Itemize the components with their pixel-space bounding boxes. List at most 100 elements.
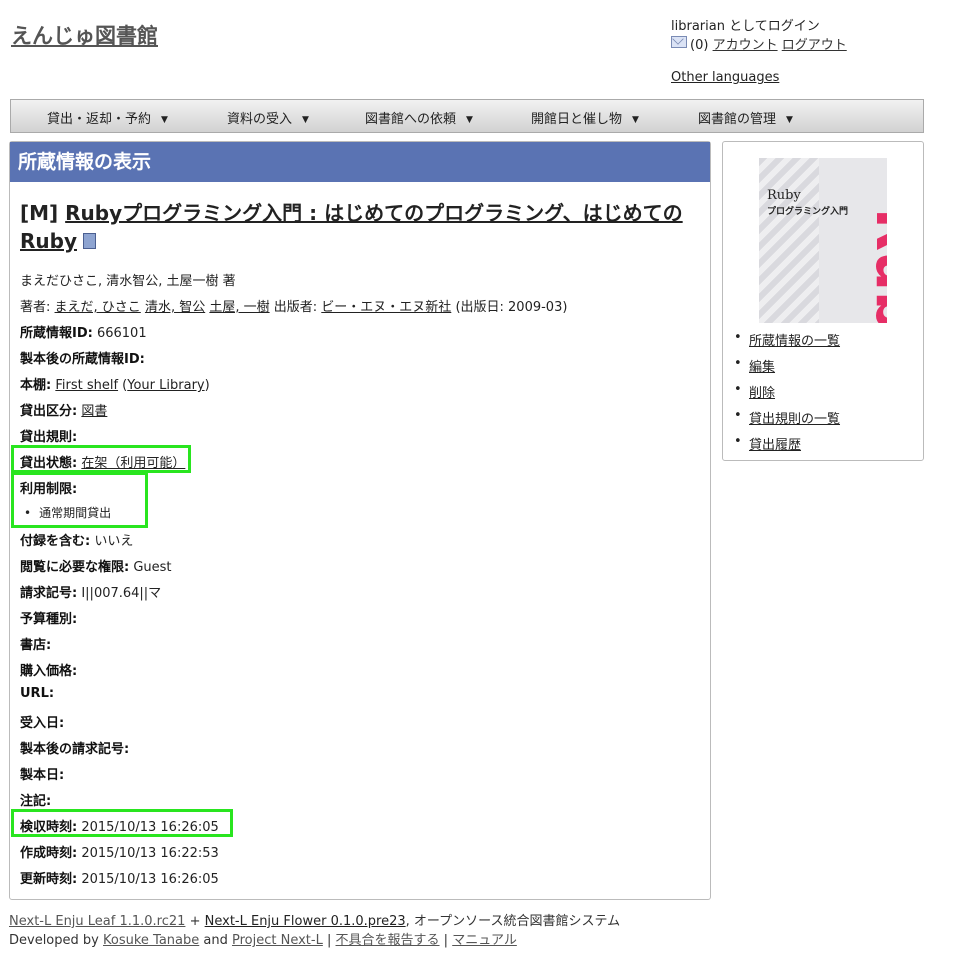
book-title-link[interactable]: Rubyプログラミング入門 : はじめてのプログラミング、はじめてのRuby: [20, 201, 683, 253]
sidebar-item-list[interactable]: 所蔵情報の一覧: [734, 330, 840, 349]
menu-label: 貸出・返却・予約: [47, 112, 152, 127]
field-value: 666101: [96, 326, 147, 341]
field-label: 閲覧に必要な権限:: [20, 560, 130, 575]
creators-line: 著者: まえだ, ひさこ 清水, 智公 土屋, 一樹 出版者: ビー・エヌ・エヌ…: [20, 296, 567, 315]
field-label: 作成時刻:: [20, 846, 78, 861]
menu-label: 開館日と催し物: [531, 112, 623, 127]
publisher-label: 出版者:: [273, 300, 318, 315]
field-value: Guest: [133, 560, 172, 575]
field-binding-item-id: 製本後の所蔵情報ID:: [20, 348, 145, 367]
field-label: 購入価格:: [20, 664, 78, 679]
mail-count: (0): [690, 38, 709, 53]
field-value: 2015/10/13 16:26:05: [81, 872, 219, 887]
book-cover-image: Ruby Ruby プログラミング入門: [759, 158, 887, 323]
site-title[interactable]: えんじゅ図書館: [11, 20, 158, 50]
field-label: 付録を含む:: [20, 534, 91, 549]
field-label: 製本日:: [20, 768, 65, 783]
field-note: 注記:: [20, 790, 51, 809]
creators-label: 著者:: [20, 300, 51, 315]
field-label: 製本後の請求記号:: [20, 742, 130, 757]
logout-link[interactable]: ログアウト: [782, 38, 847, 53]
other-languages-link[interactable]: Other languages: [671, 70, 779, 85]
manual-link[interactable]: マニュアル: [452, 933, 517, 948]
field-item-id: 所蔵情報ID: 666101: [20, 322, 147, 341]
book-title: [M] Rubyプログラミング入門 : はじめてのプログラミング、はじめてのRu…: [20, 199, 700, 255]
highlight-box: [11, 809, 233, 837]
field-label: 貸出規則:: [20, 430, 78, 445]
footer-description: , オープンソース統合図書館システム: [405, 914, 621, 929]
field-updated-at: 更新時刻: 2015/10/13 16:26:05: [20, 868, 219, 887]
field-required-role: 閲覧に必要な権限: Guest: [20, 556, 172, 575]
page-title: 所蔵情報の表示: [10, 142, 710, 182]
field-label: 受入日:: [20, 716, 65, 731]
caret-down-icon: ▼: [161, 115, 168, 125]
footer-and: and: [203, 933, 228, 948]
report-bug-link[interactable]: 不具合を報告する: [336, 933, 440, 948]
field-value: いいえ: [94, 534, 134, 549]
footer-plus: +: [189, 914, 201, 929]
menu-label: 図書館の管理: [698, 112, 777, 127]
checkout-type-link[interactable]: 図書: [81, 404, 107, 419]
creator-link[interactable]: 清水, 智公: [145, 300, 205, 315]
enju-leaf-link[interactable]: Next-L Enju Leaf 1.1.0.rc21: [9, 914, 185, 929]
cover-big-text: Ruby: [863, 208, 887, 323]
field-binded-at: 製本日:: [20, 764, 64, 783]
login-box: librarian としてログイン (0) アカウント ログアウト: [671, 17, 847, 55]
sidebar-item-delete[interactable]: 削除: [734, 382, 775, 401]
sidebar-item-edit[interactable]: 編集: [734, 356, 775, 375]
field-bookstore: 書店:: [20, 634, 51, 653]
field-label: URL:: [20, 686, 55, 701]
shelf-link[interactable]: First shelf: [55, 378, 118, 393]
sidebar-item-checkout-history[interactable]: 貸出履歴: [734, 434, 801, 453]
project-link[interactable]: Project Next-L: [232, 933, 323, 948]
book-icon: [83, 233, 96, 249]
caret-down-icon: ▼: [632, 115, 639, 125]
field-url: URL:: [20, 686, 54, 701]
menu-admin[interactable]: 図書館の管理 ▼: [698, 108, 793, 127]
field-budget-type: 予算種別:: [20, 608, 77, 627]
sidebar-item-lending-policies[interactable]: 貸出規則の一覧: [734, 408, 840, 427]
field-label: 所蔵情報ID:: [20, 326, 93, 341]
caret-down-icon: ▼: [786, 115, 793, 125]
creator-link[interactable]: まえだ, ひさこ: [55, 300, 141, 315]
field-label: 書店:: [20, 638, 52, 653]
menu-acquisition[interactable]: 資料の受入 ▼: [227, 108, 309, 127]
footer-separator: |: [326, 933, 332, 948]
field-label: 貸出区分:: [20, 404, 78, 419]
field-price: 購入価格:: [20, 660, 77, 679]
main-menu: 貸出・返却・予約 ▼ 資料の受入 ▼ 図書館への依頼 ▼ 開館日と催し物 ▼ 図書館の管…: [10, 99, 924, 133]
cover-title: Ruby: [767, 188, 801, 203]
highlight-box: [11, 472, 148, 528]
cover-subtitle: プログラミング入門: [767, 207, 849, 217]
field-created-at: 作成時刻: 2015/10/13 16:22:53: [20, 842, 219, 861]
menu-circulation[interactable]: 貸出・返却・予約 ▼: [47, 108, 168, 127]
account-link[interactable]: アカウント: [713, 38, 778, 53]
field-call-number: 請求記号: I||007.64||マ: [20, 582, 161, 601]
mail-icon[interactable]: [671, 36, 687, 48]
author-link[interactable]: Kosuke Tanabe: [103, 933, 199, 948]
field-include-supplements: 付録を含む: いいえ: [20, 530, 133, 549]
statement-of-responsibility: まえだひさこ, 清水智公, 土屋一樹 著: [20, 274, 236, 289]
sidebar: Ruby Ruby プログラミング入門 所蔵情報の一覧 編集 削除 貸出規則の一…: [722, 141, 924, 461]
field-lending-policy: 貸出規則:: [20, 426, 77, 445]
title-prefix: [M]: [20, 201, 59, 225]
enju-flower-link[interactable]: Next-L Enju Flower 0.1.0.pre23: [205, 914, 406, 929]
publisher-link[interactable]: ビー・エヌ・エヌ新社: [321, 300, 451, 315]
library-link[interactable]: Your Library: [127, 378, 204, 393]
field-label: 製本後の所蔵情報ID:: [20, 352, 145, 367]
developed-by: Developed by: [9, 933, 99, 948]
login-status: librarian としてログイン: [671, 19, 820, 34]
creator-link[interactable]: 土屋, 一樹: [209, 300, 269, 315]
field-label: 本棚:: [20, 378, 52, 393]
field-label: 予算種別:: [20, 612, 78, 627]
field-value: 2015/10/13 16:22:53: [81, 846, 219, 861]
field-label: 請求記号:: [20, 586, 78, 601]
menu-request[interactable]: 図書館への依頼 ▼: [365, 108, 473, 127]
field-binding-call-number: 製本後の請求記号:: [20, 738, 129, 757]
pub-date: (出版日: 2009-03): [455, 300, 568, 315]
caret-down-icon: ▼: [302, 115, 309, 125]
field-value: I||007.64||マ: [81, 586, 162, 601]
menu-events[interactable]: 開館日と催し物 ▼: [531, 108, 639, 127]
field-checkout-type: 貸出区分: 図書: [20, 400, 107, 419]
field-acquired-at: 受入日:: [20, 712, 64, 731]
